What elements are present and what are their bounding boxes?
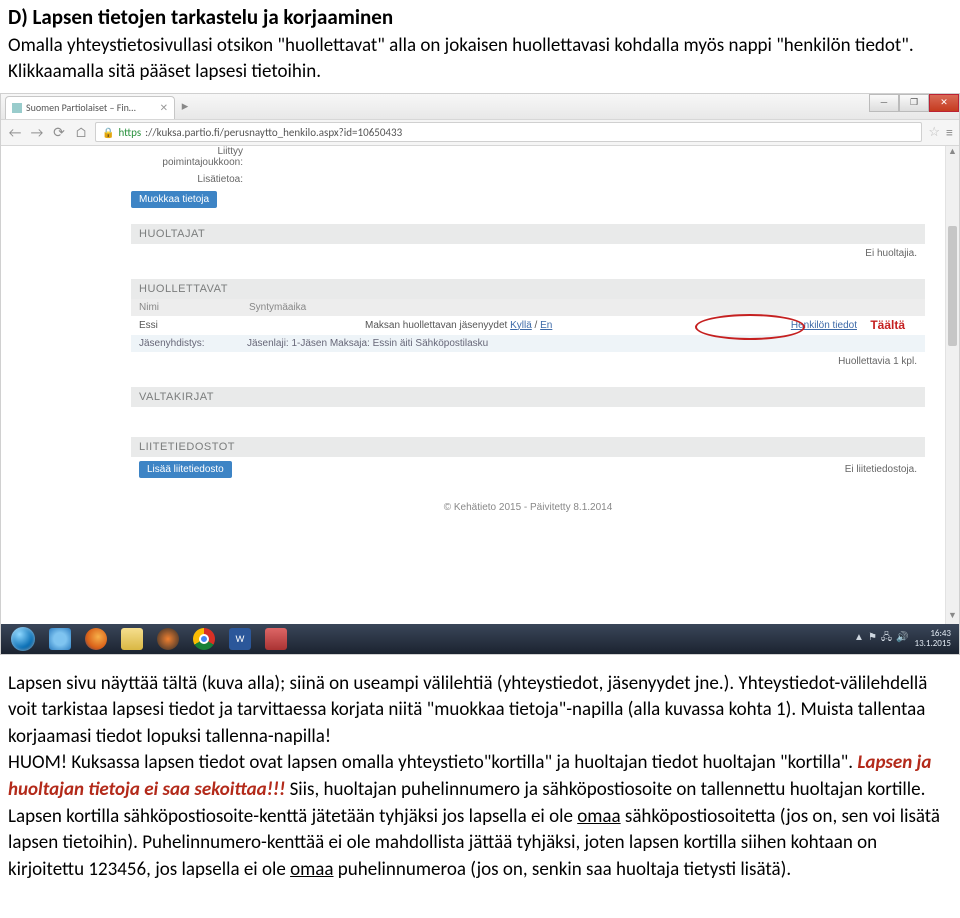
taskbar-snip[interactable] <box>259 626 293 652</box>
panel-huollettavat: HUOLLETTAVAT <box>131 279 925 299</box>
taskbar-word[interactable]: W <box>223 626 257 652</box>
chrome-icon <box>193 628 215 650</box>
browser-window: Suomen Partiolaiset – Fin… ✕ ▸ — ❐ ✕ ← →… <box>0 93 960 655</box>
taskbar-ie[interactable] <box>43 626 77 652</box>
en-link[interactable]: En <box>540 320 552 331</box>
windows-taskbar: W ▲ ⚑ 🖧 🔊 16:43 13.1.2015 <box>1 624 959 654</box>
address-bar: ← → ⟳ ⌂ 🔒 https ://kuksa.partio.fi/perusn… <box>1 120 959 146</box>
chrome-menu-icon[interactable]: ≡ <box>946 124 953 141</box>
panel-valtakirjat: VALTAKIRJAT <box>131 387 925 407</box>
window-close-button[interactable]: ✕ <box>929 94 959 112</box>
huollettava-row: Essi Maksan huollettavan jäsenyydet Kyll… <box>131 316 925 335</box>
ei-huoltajia-text: Ei huoltajia. <box>139 248 917 259</box>
jy-label: Jäsenyhdistys: <box>139 338 239 349</box>
bookmark-icon[interactable]: ☆ <box>928 125 940 140</box>
tray-up-icon[interactable]: ▲ <box>854 630 864 647</box>
tab-title: Suomen Partiolaiset – Fin… <box>26 101 136 114</box>
label-lisatietoa: Lisätietoa: <box>131 174 251 185</box>
scroll-up-icon[interactable]: ▲ <box>946 146 959 160</box>
url-path: ://kuksa.partio.fi/perusnaytto_henkilo.a… <box>145 126 402 139</box>
mediaplayer-icon <box>157 628 179 650</box>
forward-icon[interactable]: → <box>29 124 45 141</box>
tab-strip: Suomen Partiolaiset – Fin… ✕ ▸ — ❐ ✕ <box>1 94 959 120</box>
scroll-down-icon[interactable]: ▼ <box>946 610 959 624</box>
tray-network-icon[interactable]: 🖧 <box>881 630 892 647</box>
back-icon[interactable]: ← <box>7 124 23 141</box>
firefox-icon <box>85 628 107 650</box>
scroll-thumb[interactable] <box>948 226 957 346</box>
taskbar-clock[interactable]: 16:43 13.1.2015 <box>915 629 955 649</box>
window-minimize-button[interactable]: — <box>869 94 899 112</box>
browser-tab[interactable]: Suomen Partiolaiset – Fin… ✕ <box>5 96 175 119</box>
windows-orb-icon <box>11 627 35 651</box>
annotation-circle <box>695 314 805 340</box>
lock-icon: 🔒 <box>102 126 114 139</box>
url-field[interactable]: 🔒 https ://kuksa.partio.fi/perusnaytto_he… <box>95 122 922 142</box>
jy-value: Jäsenlaji: 1-Jäsen Maksaja: Essin äiti S… <box>247 338 488 349</box>
kylla-link[interactable]: Kyllä <box>510 320 532 331</box>
lisaa-liitetiedosto-button[interactable]: Lisää liitetiedosto <box>139 461 232 478</box>
muokkaa-tietoja-button[interactable]: Muokkaa tietoja <box>131 191 217 208</box>
word-icon: W <box>229 628 251 650</box>
close-tab-icon[interactable]: ✕ <box>160 101 168 114</box>
folder-icon <box>121 628 143 650</box>
snipping-icon <box>265 628 287 650</box>
taskbar-explorer[interactable] <box>115 626 149 652</box>
intro-para: Omalla yhteystietosivullasi otsikon "huo… <box>8 33 952 84</box>
url-scheme: https <box>118 126 141 139</box>
ei-liitetiedostoja-text: Ei liitetiedostoja. <box>845 464 917 475</box>
reload-icon[interactable]: ⟳ <box>51 124 67 141</box>
taskbar-firefox[interactable] <box>79 626 113 652</box>
start-button[interactable] <box>5 626 41 652</box>
page-viewport: Liittyy poimintajoukkoon: Lisätietoa: Mu… <box>1 146 959 624</box>
window-maximize-button[interactable]: ❐ <box>899 94 929 112</box>
label-liittyy: Liittyy poimintajoukkoon: <box>131 146 251 168</box>
tray-volume-icon[interactable]: 🔊 <box>896 630 908 647</box>
huollettavia-count: Huollettavia 1 kpl. <box>139 356 917 367</box>
jasenyhdistys-row: Jäsenyhdistys: Jäsenlaji: 1-Jäsen Maksaj… <box>131 335 925 352</box>
panel-liitetiedostot: LIITETIEDOSTOT <box>131 437 925 457</box>
taskbar-chrome[interactable] <box>187 626 221 652</box>
col-syntymaaika: Syntymäaika <box>249 302 306 313</box>
annotation-label: Täältä <box>870 318 905 332</box>
taskbar-mediaplayer[interactable] <box>151 626 185 652</box>
page-footer: © Kehätieto 2015 - Päivitetty 8.1.2014 <box>131 502 925 513</box>
tray-flag-icon[interactable]: ⚑ <box>868 630 877 647</box>
home-icon[interactable]: ⌂ <box>73 124 89 141</box>
explain-para: Lapsen sivu näyttää tältä (kuva alla); s… <box>8 671 952 884</box>
section-heading: D) Lapsen tietojen tarkastelu ja korjaam… <box>8 4 952 31</box>
huollettavat-columns: Nimi Syntymäaika <box>131 299 925 316</box>
favicon-icon <box>12 103 22 113</box>
huollettava-name: Essi <box>139 320 239 331</box>
clock-date: 13.1.2015 <box>915 639 951 649</box>
new-tab-button[interactable]: ▸ <box>175 94 195 119</box>
panel-huoltajat: HUOLTAJAT <box>131 224 925 244</box>
col-nimi: Nimi <box>139 302 159 313</box>
ie-icon <box>49 628 71 650</box>
vertical-scrollbar[interactable]: ▲ ▼ <box>945 146 959 624</box>
